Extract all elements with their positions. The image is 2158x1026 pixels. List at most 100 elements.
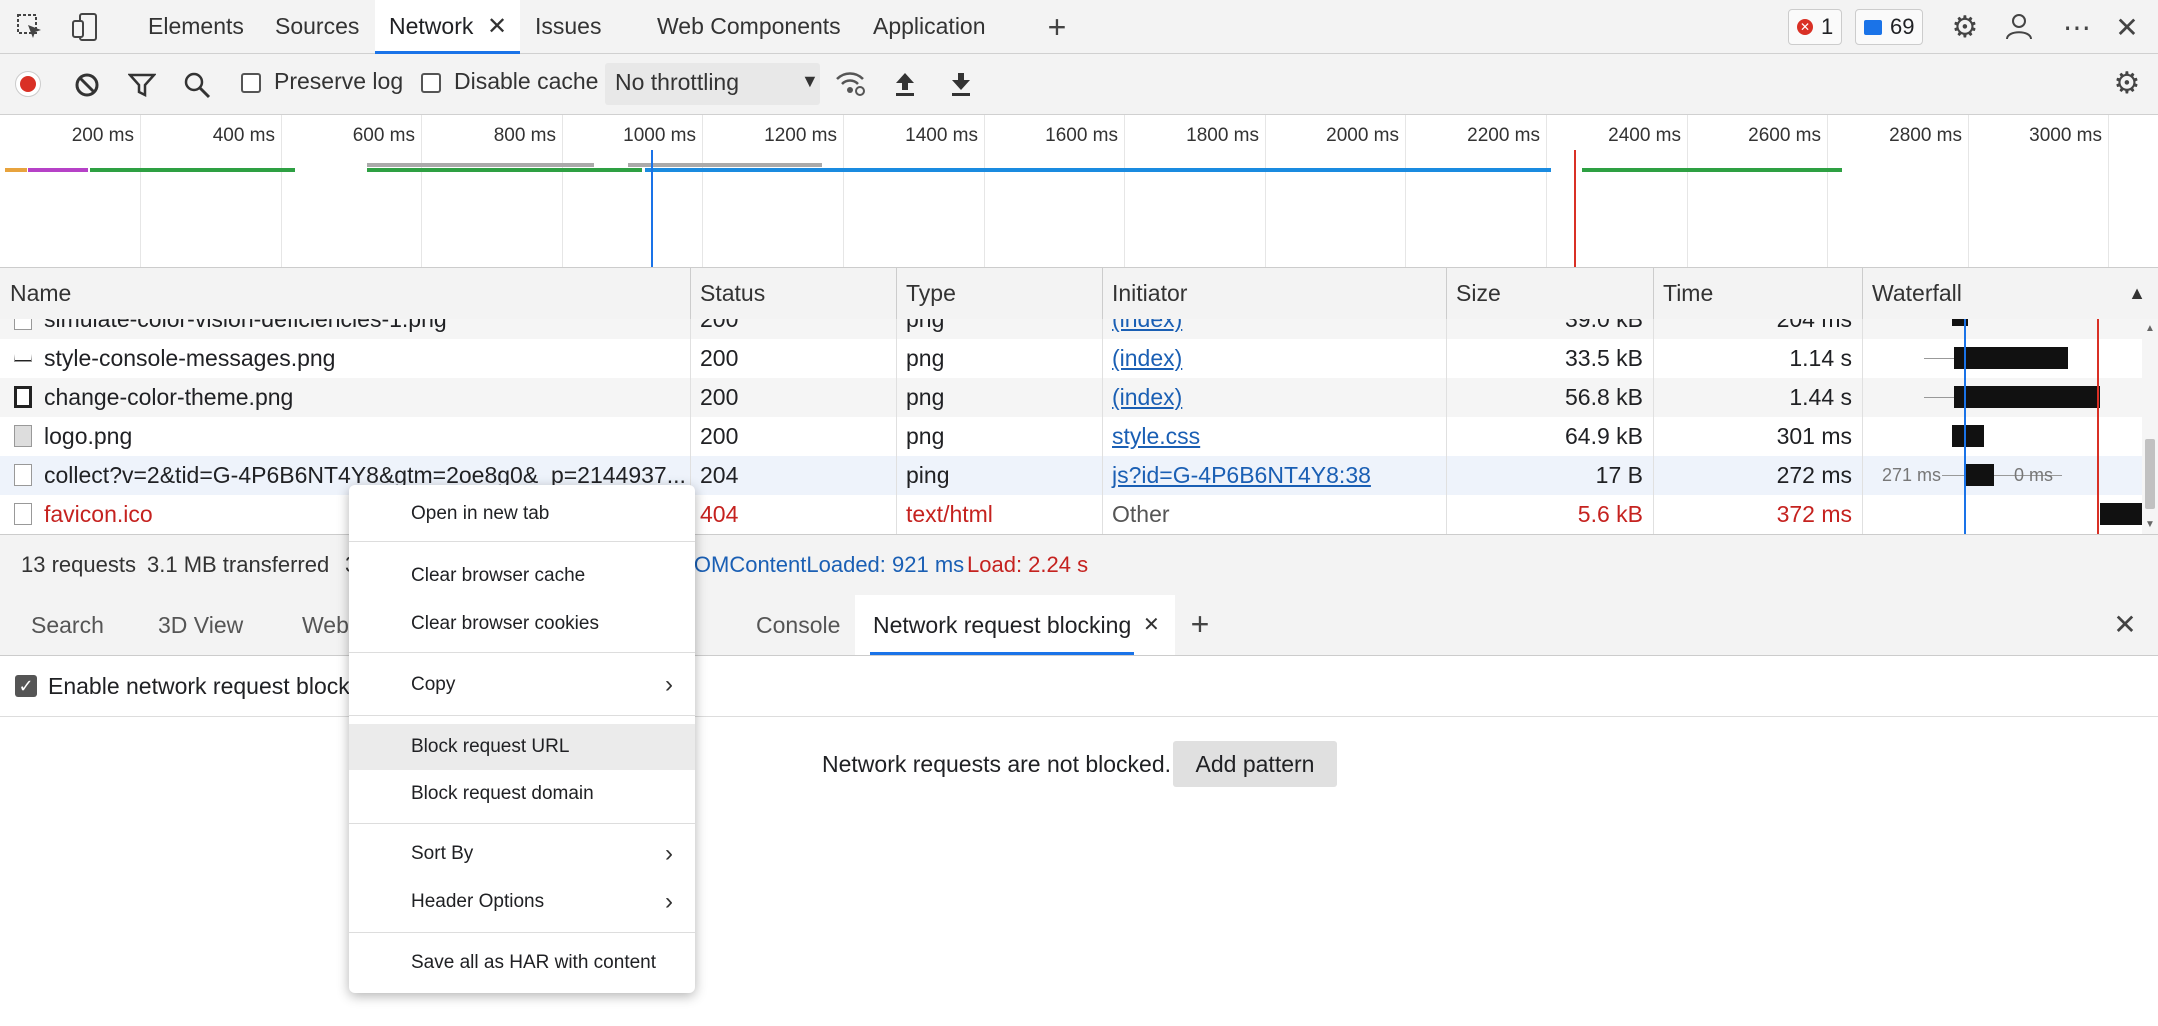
drawer-tab-web[interactable]: Web	[302, 595, 349, 655]
filter-icon[interactable]	[127, 70, 157, 100]
enable-blocking-checkbox[interactable]: ✓	[15, 675, 37, 697]
table-row[interactable]: simulate-color-vision-deficiencies-1.png…	[0, 319, 2142, 339]
initiator-cell: js?id=G-4P6B6NT4Y8:38	[1102, 456, 1447, 495]
close-icon[interactable]: ✕	[1143, 595, 1160, 655]
size-cell: 33.5 kB	[1446, 339, 1654, 378]
menu-item-clear-browser-cookies[interactable]: Clear browser cookies	[349, 601, 695, 647]
column-header-type[interactable]: Type	[896, 268, 1103, 319]
timeline-overview[interactable]: 200 ms 400 ms 600 ms 800 ms 1000 ms 1200 ms 14…	[0, 115, 2158, 268]
initiator-link[interactable]: (index)	[1112, 384, 1182, 410]
overview-tick-label: 1000 ms	[623, 125, 696, 146]
tab-application[interactable]: Application	[873, 0, 986, 53]
table-row[interactable]: favicon.ico 404 text/html Other 5.6 kB 3…	[0, 495, 2142, 534]
drawer-tab-console[interactable]: Console	[756, 595, 840, 655]
table-row[interactable]: style-console-messages.png 200 png (inde…	[0, 339, 2142, 378]
table-row[interactable]: change-color-theme.png 200 png (index) 5…	[0, 378, 2142, 417]
scrollbar-thumb[interactable]	[2145, 439, 2155, 509]
customize-user-icon[interactable]	[2002, 10, 2036, 44]
column-header-waterfall[interactable]: Waterfall ▲	[1862, 268, 2158, 319]
menu-item-save-all-as-har[interactable]: Save all as HAR with content	[349, 940, 695, 986]
network-settings-gear-icon[interactable]: ⚙	[2110, 66, 2144, 100]
request-name: simulate-color-vision-deficiencies-1.png	[44, 319, 447, 332]
drawer-tab-bar: Search 3D View Web Console Network reque…	[0, 595, 2158, 656]
message-count-badge[interactable]: 69	[1855, 9, 1924, 45]
disable-cache-checkbox[interactable]	[421, 73, 441, 93]
chevron-right-icon: ›	[665, 840, 673, 867]
file-icon	[14, 464, 32, 486]
waterfall-bar	[1954, 347, 2068, 369]
initiator-link[interactable]: (index)	[1112, 319, 1182, 332]
record-icon	[20, 76, 36, 92]
drawer-tab-network-request-blocking[interactable]: Network request blocking ✕	[855, 595, 1175, 655]
drawer-tab-3d-view[interactable]: 3D View	[158, 595, 243, 655]
type-cell: text/html	[896, 495, 1103, 534]
request-count: 13 requests	[21, 552, 136, 577]
waterfall-dcl-line	[1964, 319, 1966, 534]
menu-item-copy[interactable]: Copy ›	[349, 662, 695, 708]
overview-tick-label: 400 ms	[212, 125, 275, 146]
overview-gridline	[281, 115, 282, 267]
column-header-status[interactable]: Status	[690, 268, 897, 319]
menu-item-block-request-domain[interactable]: Block request domain	[349, 771, 695, 817]
size-cell: 39.0 kB	[1446, 319, 1654, 339]
menu-item-copy-label: Copy	[411, 674, 456, 695]
add-drawer-tab-icon[interactable]: +	[1183, 606, 1217, 642]
tab-elements[interactable]: Elements	[148, 0, 244, 53]
menu-item-sort-by[interactable]: Sort By ›	[349, 831, 695, 877]
table-row[interactable]: collect?v=2&tid=G-4P6B6NT4Y8&gtm=2oe8g0&…	[0, 456, 2142, 495]
menu-separator	[349, 932, 695, 933]
image-file-icon	[14, 386, 32, 408]
initiator-link[interactable]: js?id=G-4P6B6NT4Y8:38	[1112, 462, 1371, 488]
menu-separator	[349, 652, 695, 653]
tab-web-components[interactable]: Web Components	[657, 0, 841, 53]
close-icon[interactable]: ✕	[487, 0, 507, 53]
overview-gridline	[1265, 115, 1266, 267]
tab-network[interactable]: Network ✕	[375, 0, 520, 54]
overview-tick-label: 2600 ms	[1748, 125, 1821, 146]
overview-gridline	[984, 115, 985, 267]
column-header-initiator[interactable]: Initiator	[1102, 268, 1447, 319]
menu-item-open-in-new-tab[interactable]: Open in new tab	[349, 491, 695, 537]
device-toolbar-icon[interactable]	[70, 12, 102, 42]
tab-issues[interactable]: Issues	[535, 0, 601, 53]
network-conditions-icon[interactable]	[834, 68, 868, 100]
column-header-size[interactable]: Size	[1446, 268, 1654, 319]
close-devtools-icon[interactable]: ✕	[2110, 10, 2144, 44]
throttling-value: No throttling	[615, 69, 740, 95]
import-har-icon[interactable]	[890, 68, 920, 100]
column-header-name[interactable]: Name	[0, 268, 691, 319]
close-drawer-icon[interactable]: ✕	[2108, 607, 2142, 641]
clear-icon[interactable]	[72, 70, 102, 100]
tab-sources[interactable]: Sources	[275, 0, 359, 53]
scroll-up-icon[interactable]: ▲	[2145, 323, 2155, 334]
menu-item-block-request-url[interactable]: Block request URL	[349, 724, 695, 770]
table-row[interactable]: logo.png 200 png style.css 64.9 kB 301 m…	[0, 417, 2142, 456]
more-options-icon[interactable]: ⋯	[2060, 10, 2094, 44]
dom-content-loaded-time: DOMContentLoaded: 921 ms	[678, 552, 965, 577]
chevron-right-icon: ›	[665, 671, 673, 698]
column-header-time[interactable]: Time	[1653, 268, 1863, 319]
inspect-element-icon[interactable]	[14, 12, 46, 42]
scroll-down-icon[interactable]: ▼	[2145, 519, 2155, 530]
request-name: favicon.ico	[44, 501, 153, 527]
initiator-link[interactable]: style.css	[1112, 423, 1200, 449]
throttling-select[interactable]: No throttling ▼	[605, 63, 820, 105]
error-count-badge[interactable]: ✕ 1	[1788, 9, 1843, 45]
menu-item-header-options[interactable]: Header Options ›	[349, 879, 695, 925]
drawer-tab-search[interactable]: Search	[31, 595, 104, 655]
search-icon[interactable]	[182, 70, 212, 100]
add-pattern-button[interactable]: Add pattern	[1173, 741, 1337, 787]
time-cell: 272 ms	[1653, 456, 1863, 495]
waterfall-left-label: 271 ms	[1882, 465, 1942, 485]
add-tab-icon[interactable]: +	[1040, 9, 1074, 45]
menu-item-clear-browser-cache[interactable]: Clear browser cache	[349, 553, 695, 599]
record-button[interactable]	[15, 71, 41, 97]
request-list-scrollbar[interactable]: ▲ ▼	[2142, 319, 2158, 534]
settings-gear-icon[interactable]: ⚙	[1948, 10, 1982, 44]
export-har-icon[interactable]	[946, 68, 976, 100]
size-cell: 5.6 kB	[1446, 495, 1654, 534]
status-cell: 200	[690, 378, 897, 417]
waterfall-bar	[2100, 503, 2142, 525]
preserve-log-checkbox[interactable]	[241, 73, 261, 93]
initiator-link[interactable]: (index)	[1112, 345, 1182, 371]
